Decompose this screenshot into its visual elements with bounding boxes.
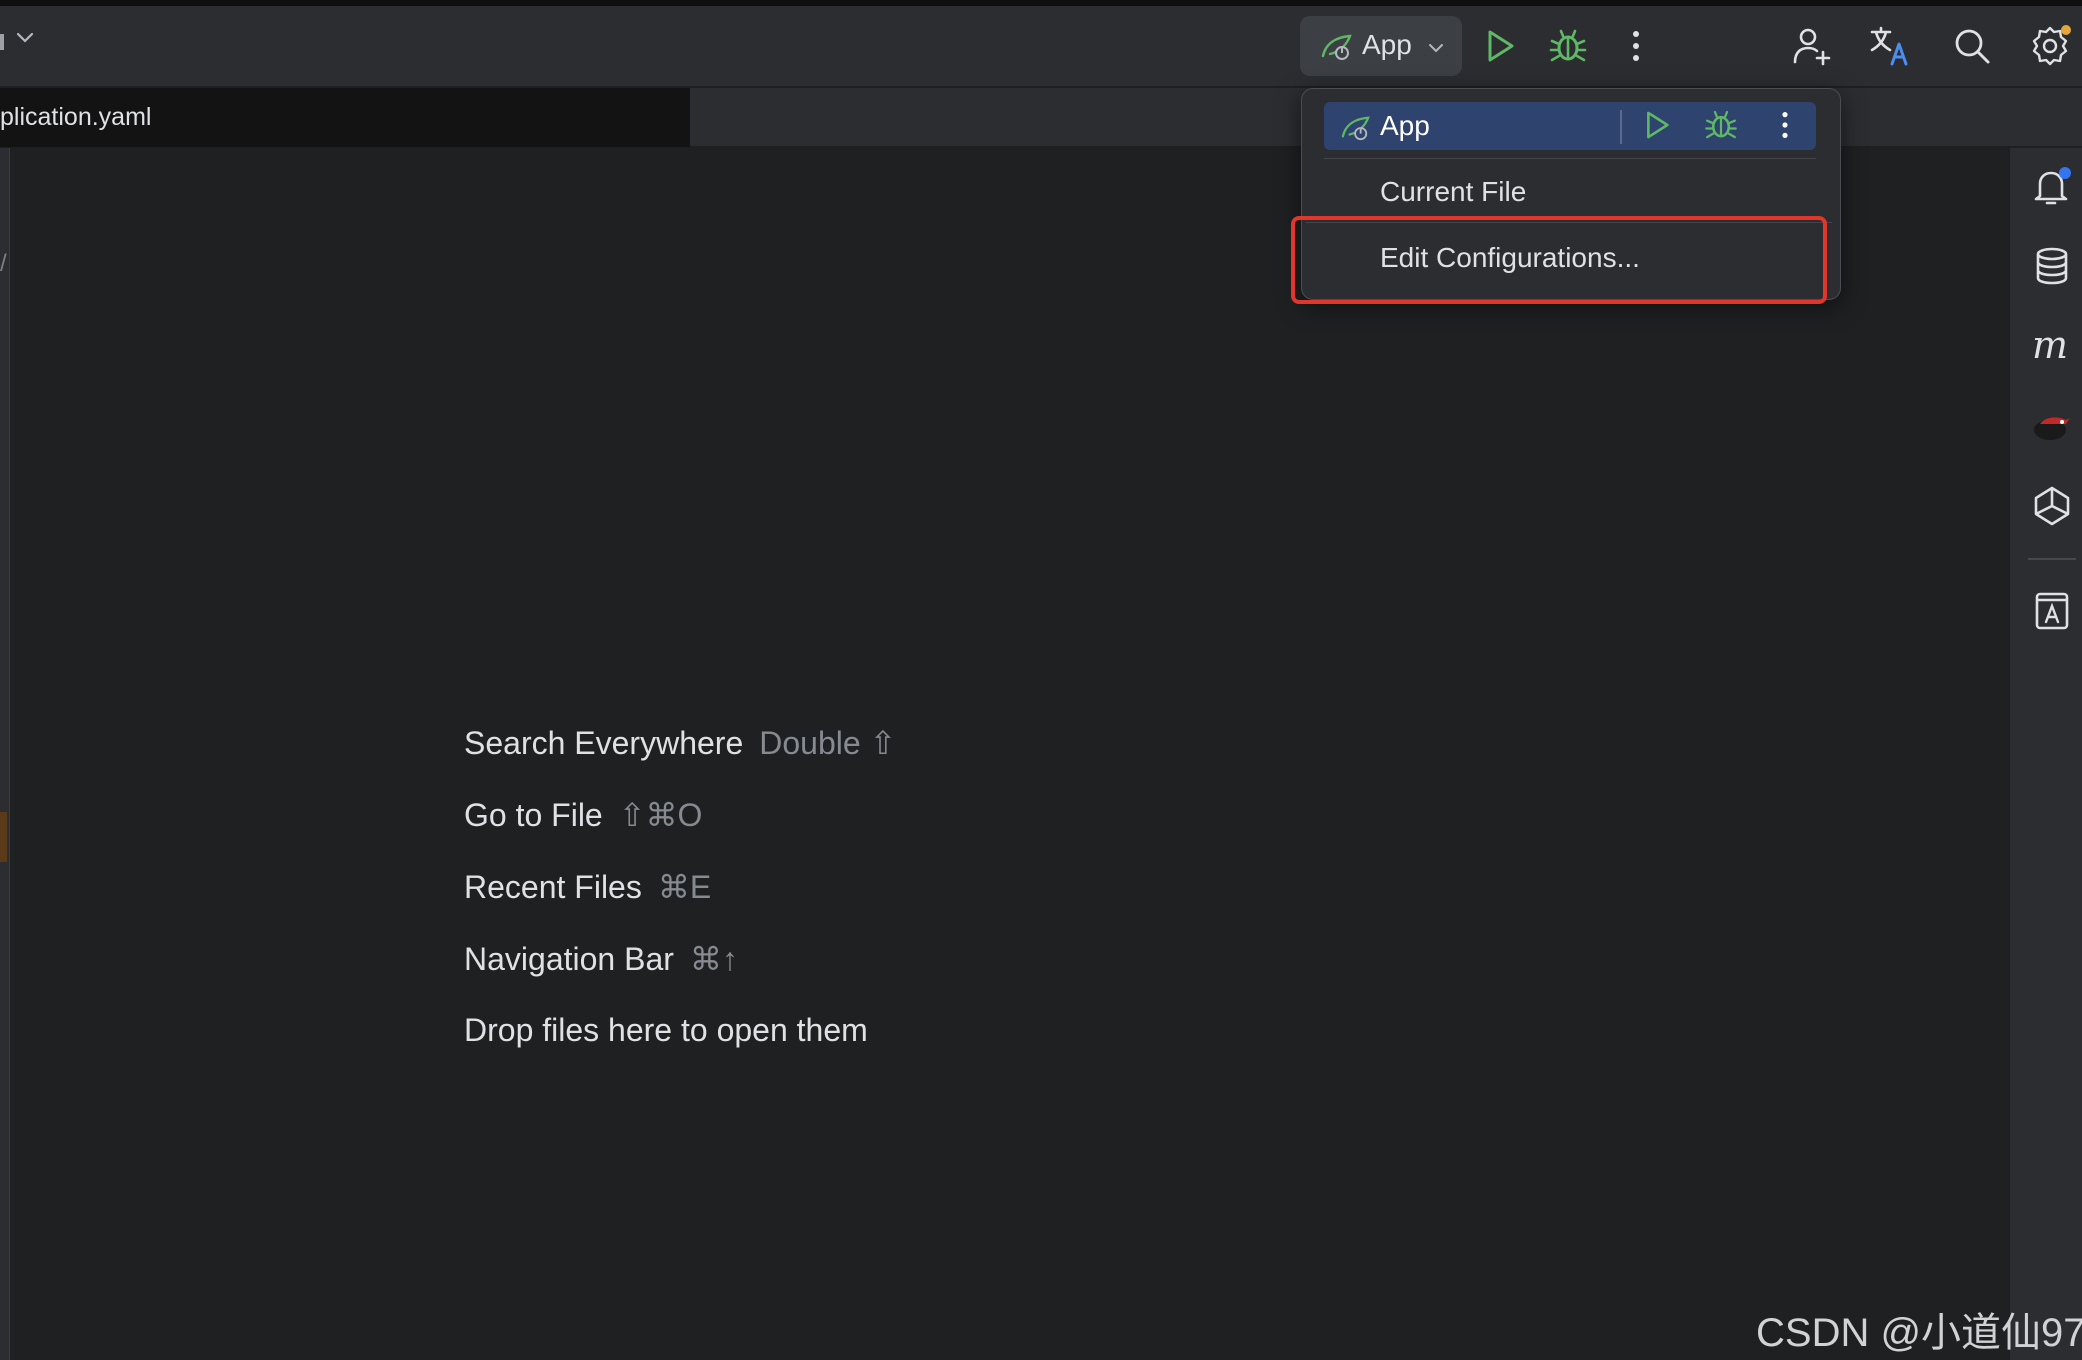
run-config-icon xyxy=(1321,34,1352,60)
maven-icon[interactable]: m xyxy=(2030,324,2074,368)
editor-tab-active[interactable]: plication.yaml xyxy=(0,88,690,147)
run-icon[interactable] xyxy=(1638,106,1676,144)
popup-item-label: App xyxy=(1380,110,1430,141)
debug-icon[interactable] xyxy=(1546,24,1590,68)
hint-search-everywhere: Search Everywhere Double ⇧ xyxy=(464,724,896,762)
project-widget-edge[interactable] xyxy=(0,34,4,50)
hint-label: Search Everywhere xyxy=(464,725,744,761)
more-vertical-icon[interactable] xyxy=(1766,106,1804,144)
editor-empty-area[interactable] xyxy=(10,148,2008,1360)
hint-label: Recent Files xyxy=(464,869,642,905)
hint-label: Navigation Bar xyxy=(464,941,674,977)
notifications-icon[interactable] xyxy=(2030,164,2074,208)
ai-assistant-icon[interactable] xyxy=(2030,484,2074,528)
settings-badge xyxy=(2061,25,2071,35)
run-icon[interactable] xyxy=(1478,24,1522,68)
translation-file-icon[interactable] xyxy=(2030,588,2074,632)
notification-badge xyxy=(2059,167,2071,179)
hint-shortcut: Double ⇧ xyxy=(759,725,897,761)
run-config-selector[interactable]: App xyxy=(1300,16,1462,76)
left-tool-strip xyxy=(0,148,10,1360)
more-vertical-icon[interactable] xyxy=(1614,24,1658,68)
watermark: CSDN @小道仙97 xyxy=(1756,1311,2082,1355)
database-icon[interactable] xyxy=(2030,244,2074,288)
popup-item-app[interactable]: App xyxy=(1324,102,1816,150)
tab-label: plication.yaml xyxy=(0,103,152,131)
right-strip-divider xyxy=(2028,558,2076,560)
debug-icon[interactable] xyxy=(1702,106,1740,144)
main-toolbar xyxy=(0,0,2082,86)
annotation-highlight-box xyxy=(1291,216,1827,304)
hint-label: Drop files here to open them xyxy=(464,1012,868,1048)
translate-icon[interactable] xyxy=(1868,24,1912,68)
popup-separator xyxy=(1324,158,1816,159)
hint-go-to-file: Go to File ⇧⌘O xyxy=(464,796,702,834)
chevron-down-icon[interactable] xyxy=(14,26,36,48)
hint-navigation-bar: Navigation Bar ⌘↑ xyxy=(464,940,738,978)
hint-recent-files: Recent Files ⌘E xyxy=(464,868,711,906)
svg-text:m: m xyxy=(2032,324,2068,367)
run-config-label: App xyxy=(1362,29,1412,60)
hint-drop-files: Drop files here to open them xyxy=(464,1012,868,1049)
popup-item-current-file[interactable]: Current File xyxy=(1380,176,1526,208)
hint-shortcut: ⌘↑ xyxy=(689,941,738,977)
add-user-icon[interactable] xyxy=(1790,24,1834,68)
gutter-marker xyxy=(0,812,7,862)
hint-shortcut: ⇧⌘O xyxy=(618,797,703,833)
plugin-bird-icon[interactable] xyxy=(2030,404,2074,448)
hint-shortcut: ⌘E xyxy=(657,869,712,905)
run-config-icon xyxy=(1341,116,1370,141)
chevron-down-icon xyxy=(1429,44,1443,53)
settings-icon[interactable] xyxy=(2028,24,2072,68)
search-icon[interactable] xyxy=(1950,24,1994,68)
popup-separator xyxy=(1620,110,1622,144)
gutter-glyph: / xyxy=(0,250,7,277)
hint-label: Go to File xyxy=(464,797,603,833)
